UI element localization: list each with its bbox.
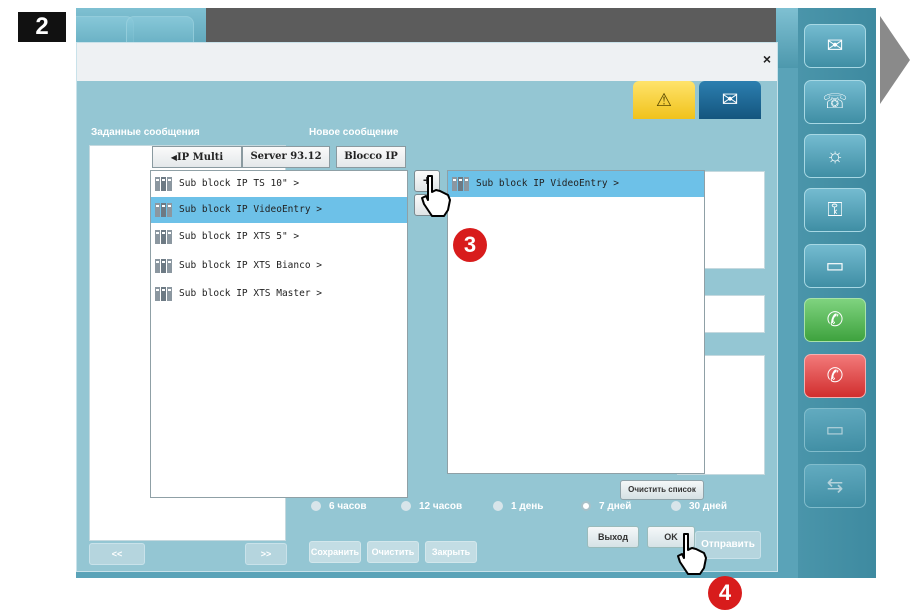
dialog-title-bar: × [77,43,777,81]
building-icon [155,287,172,301]
intercom-icon[interactable]: ⇆ [804,464,866,508]
video-camera-icon[interactable]: ▭ [804,408,866,452]
phone-hangup-icon[interactable]: ✆ [804,354,866,398]
list-item[interactable]: Sub block IP XTS Bianco > [151,253,407,279]
close-button[interactable]: Закрыть [425,541,477,563]
source-device-list: Sub block IP TS 10" > Sub block IP Video… [150,170,408,498]
list-item[interactable]: Sub block IP VideoEntry > [448,171,704,197]
warning-triangle-icon: ⚠ [655,90,673,110]
building-icon [155,177,172,191]
contacts-icon[interactable]: ☏ [804,80,866,124]
step-marker-4: 4 [708,576,742,610]
save-button[interactable]: Сохранить [309,541,361,563]
radio-dot [671,501,681,512]
predefined-messages-label: Заданные сообщения [91,127,200,138]
radio-dot-selected [581,501,591,512]
radio-30-days[interactable]: 30 дней [671,501,727,512]
envelope-icon: ✉ [721,89,739,111]
radio-dot [311,501,321,512]
clear-list-button[interactable]: Очистить список [620,480,704,500]
list-item[interactable]: Sub block IP XTS Master > [151,281,407,307]
clear-button[interactable]: Очистить [367,541,419,563]
message-tab[interactable]: ✉ [699,81,761,119]
step-number-badge: 2 [18,12,66,42]
close-icon[interactable]: × [763,51,771,67]
light-icon[interactable]: ☼ [804,134,866,178]
next-arrow-icon [880,16,910,104]
hand-cursor-icon [421,175,451,217]
list-item[interactable]: Sub block IP VideoEntry > [151,197,407,223]
radio-7-days[interactable]: 7 дней [581,501,631,512]
building-icon [155,203,172,217]
warning-tab[interactable]: ⚠ [633,81,695,119]
new-message-label: Новое сообщение [309,127,399,138]
hand-cursor-icon [677,533,707,575]
key-icon[interactable]: ⚿ [804,188,866,232]
step-marker-3: 3 [453,228,487,262]
exit-button[interactable]: Выход [587,526,639,548]
envelope-icon[interactable]: ✉ [804,24,866,68]
radio-dot [493,501,503,512]
radio-1-day[interactable]: 1 день [493,501,543,512]
camera-icon[interactable]: ▭ [804,244,866,288]
breadcrumb-server[interactable]: Server 93.12 [242,146,330,168]
breadcrumb-blocco-ip[interactable]: Blocco IP [336,146,406,168]
pager-prev-button[interactable]: << [89,543,145,565]
radio-6-hours[interactable]: 6 часов [311,501,367,512]
pager-next-button[interactable]: >> [245,543,287,565]
building-icon [155,230,172,244]
radio-12-hours[interactable]: 12 часов [401,501,462,512]
breadcrumb-ip-multi-server[interactable]: ◀IP Multi server [152,146,242,183]
radio-dot [401,501,411,512]
phone-answer-icon[interactable]: ✆ [804,298,866,342]
selected-device-list: Sub block IP VideoEntry > [447,170,705,474]
right-toolbar: ✉ ☏ ☼ ⚿ ▭ ✆ ✆ ▭ ⇆ [798,8,876,578]
expiry-radio-group: 6 часов 12 часов 1 день 7 дней 30 дней [311,501,771,521]
building-icon [155,259,172,273]
list-item[interactable]: Sub block IP TS 10" > [151,171,407,197]
list-item[interactable]: Sub block IP XTS 5" > [151,224,407,250]
